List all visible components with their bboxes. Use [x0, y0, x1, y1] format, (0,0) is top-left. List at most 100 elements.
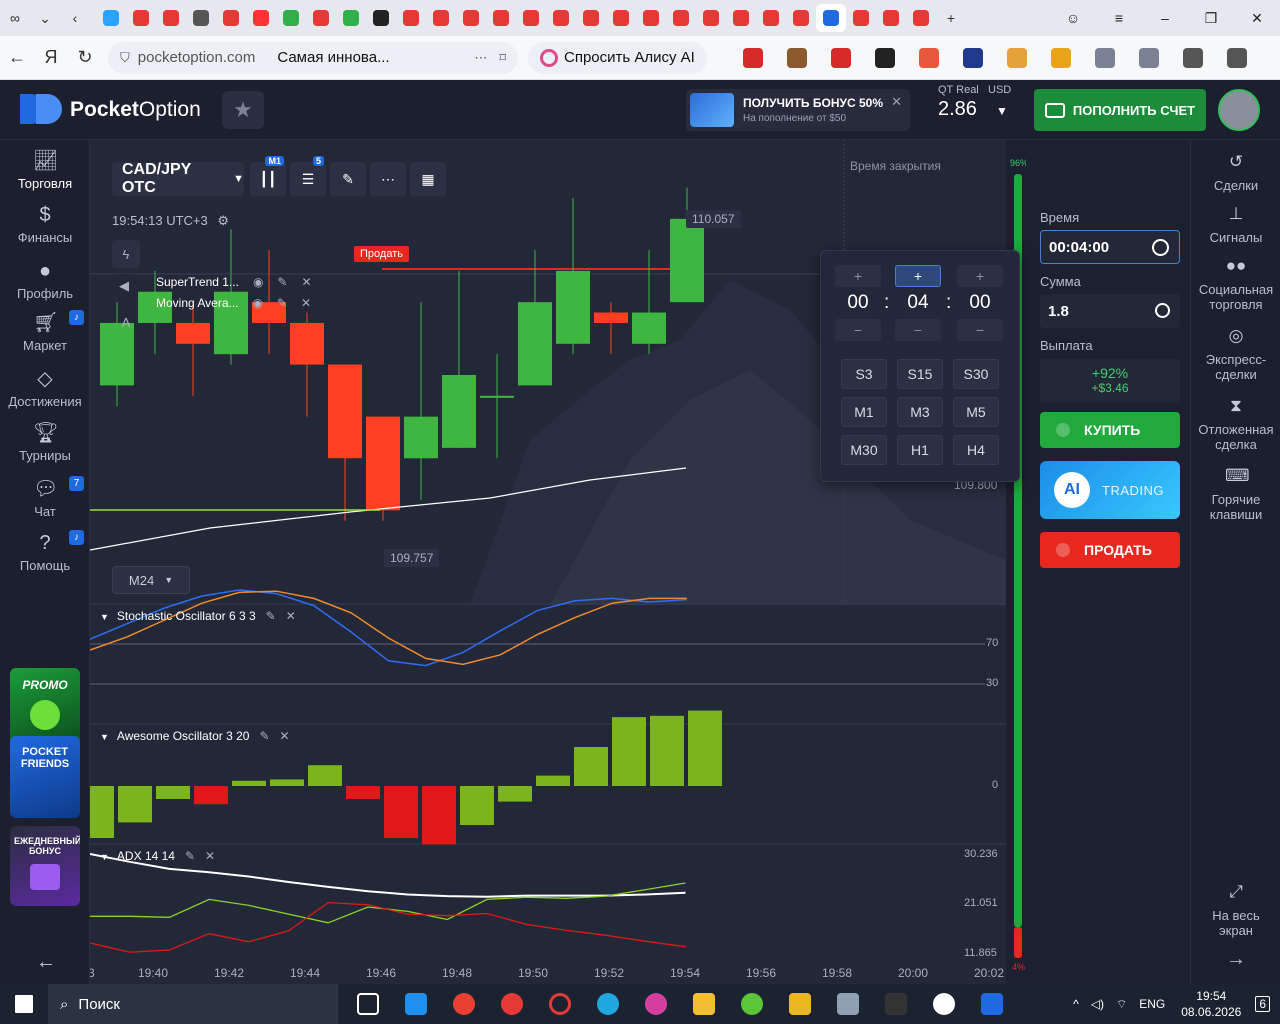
nav-item-social-trading[interactable]: ●● Социальная торговля [1191, 256, 1280, 312]
pocket-friends-banner[interactable]: POCKET FRIENDS [10, 736, 80, 818]
extension-button[interactable] [1083, 42, 1127, 74]
nav-item-hotkeys[interactable]: ⌨ Горячие клавиши [1191, 466, 1280, 522]
opera-icon[interactable] [536, 984, 584, 1024]
browser-tab[interactable] [606, 4, 636, 32]
explorer-icon[interactable] [680, 984, 728, 1024]
bookmark-icon[interactable]: ⌑ [499, 50, 506, 66]
drawing-button[interactable]: ✎ [330, 162, 366, 196]
language-indicator[interactable]: ENG [1139, 997, 1165, 1011]
browser-tab[interactable] [156, 4, 186, 32]
pencil-icon[interactable]: ✎ [266, 609, 276, 623]
browser-tab[interactable] [96, 4, 126, 32]
extension-button[interactable] [995, 42, 1039, 74]
indicators-button[interactable]: ☰ 5 [290, 156, 326, 196]
back-icon[interactable]: ← [0, 41, 34, 75]
lock-app-icon[interactable] [776, 984, 824, 1024]
browser-tab[interactable] [216, 4, 246, 32]
yandex-browser-icon[interactable] [920, 984, 968, 1024]
terminal-icon[interactable] [872, 984, 920, 1024]
wifi-icon[interactable]: ⌔ [1116, 997, 1127, 1012]
account-selector[interactable]: QT Real USD 2.86 ▼ [930, 84, 1020, 134]
browser-tab[interactable] [516, 4, 546, 32]
extension-button[interactable] [1215, 42, 1259, 74]
extension-button[interactable] [951, 42, 995, 74]
reload-icon[interactable]: ↻ [68, 41, 102, 75]
browser-tab[interactable] [636, 4, 666, 32]
restore-icon[interactable]: ❐ [1188, 0, 1234, 36]
expand-arrow-icon[interactable]: → [1191, 949, 1280, 969]
browser-tab[interactable] [756, 4, 786, 32]
nav-item-tournaments[interactable]: 🏆︎ Турниры [0, 422, 90, 463]
close-icon[interactable]: ✕ [205, 849, 215, 863]
collapse-icon[interactable]: ▼ [100, 852, 109, 862]
preset-h4[interactable]: H4 [953, 435, 999, 465]
eye-icon[interactable]: ◉ [253, 296, 263, 310]
logo[interactable]: Pocket Option [20, 94, 201, 126]
deposit-button[interactable]: ПОПОЛНИТЬ СЧЕТ [1034, 89, 1206, 131]
collapse-indicators-button[interactable]: ◀ [112, 274, 136, 298]
preset-m30[interactable]: M30 [841, 435, 887, 465]
roblox-icon[interactable] [968, 984, 1016, 1024]
extension-button[interactable] [775, 42, 819, 74]
browser-tab[interactable] [696, 4, 726, 32]
nav-item-profile[interactable]: ● Профиль [0, 260, 90, 301]
alisa-button[interactable]: Спросить Алису AI [528, 41, 707, 74]
extension-button[interactable] [907, 42, 951, 74]
preset-m3[interactable]: M3 [897, 397, 943, 427]
seconds-plus-button[interactable]: + [957, 265, 1003, 287]
hours-plus-button[interactable]: + [835, 265, 881, 287]
browser-tab[interactable] [426, 4, 456, 32]
browser-tab[interactable] [666, 4, 696, 32]
hours-minus-button[interactable]: − [835, 319, 881, 341]
browser-tab[interactable] [786, 4, 816, 32]
taskbar-clock[interactable]: 19:54 08.06.2026 [1181, 988, 1241, 1020]
close-icon[interactable]: ✕ [301, 296, 311, 310]
menu-icon[interactable]: ≡ [1096, 0, 1142, 36]
extension-button[interactable] [1171, 42, 1215, 74]
preset-s30[interactable]: S30 [953, 359, 999, 389]
extension-button[interactable] [1039, 42, 1083, 74]
browser-tab[interactable] [876, 4, 906, 32]
pencil-icon[interactable]: ✎ [259, 729, 269, 743]
volume-icon[interactable]: ◁) [1091, 997, 1104, 1011]
chevron-down-icon[interactable]: ⌄ [30, 4, 60, 32]
chrome-icon[interactable] [440, 984, 488, 1024]
task-view-icon[interactable] [344, 984, 392, 1024]
collapse-icon[interactable]: ▼ [100, 612, 109, 622]
close-icon[interactable]: ✕ [280, 729, 290, 743]
nav-item-trading[interactable]: 📈︎ Торговля [0, 150, 90, 191]
extension-button[interactable] [731, 42, 775, 74]
amount-input[interactable]: 1.8 [1040, 294, 1180, 328]
browser-tab[interactable] [546, 4, 576, 32]
back-tabs-icon[interactable]: ‹ [60, 4, 90, 32]
photos-icon[interactable] [632, 984, 680, 1024]
pencil-icon[interactable]: ✎ [277, 296, 287, 310]
browser-tab[interactable] [906, 4, 936, 32]
preset-m1[interactable]: M1 [841, 397, 887, 427]
edge-icon[interactable] [584, 984, 632, 1024]
layout-button[interactable]: ▦ [410, 162, 446, 196]
browser-tab[interactable] [456, 4, 486, 32]
app-plus-icon[interactable] [728, 984, 776, 1024]
tab-group-icon[interactable]: ∞ [0, 4, 30, 32]
avatar[interactable] [1218, 89, 1260, 131]
nav-item-finance[interactable]: $ Финансы [0, 204, 90, 245]
minutes-plus-button[interactable]: + [895, 265, 941, 287]
nav-item-chat[interactable]: 💬︎ 7 Чат [0, 476, 90, 519]
more-icon[interactable]: ⋯ [474, 50, 487, 66]
preset-m5[interactable]: M5 [953, 397, 999, 427]
browser-tab[interactable] [576, 4, 606, 32]
time-input[interactable]: 00:04:00 [1040, 230, 1180, 264]
close-icon[interactable]: ✕ [286, 609, 296, 623]
nav-item-trades[interactable]: ↺ Сделки [1191, 152, 1280, 193]
extension-button[interactable] [819, 42, 863, 74]
preset-s15[interactable]: S15 [897, 359, 943, 389]
minutes-minus-button[interactable]: − [895, 319, 941, 341]
taskbar-search[interactable]: ⌕ Поиск [48, 984, 338, 1024]
url-field[interactable]: ⛉ pocketoption.com Самая иннова... ⋯ ⌑ [108, 41, 518, 74]
browser-tab[interactable] [186, 4, 216, 32]
gear-icon[interactable]: ⚙ [217, 213, 229, 228]
nav-item-pending[interactable]: ⧗ Отложенная сделка [1191, 396, 1280, 452]
extension-button[interactable] [863, 42, 907, 74]
browser-tab[interactable] [366, 4, 396, 32]
